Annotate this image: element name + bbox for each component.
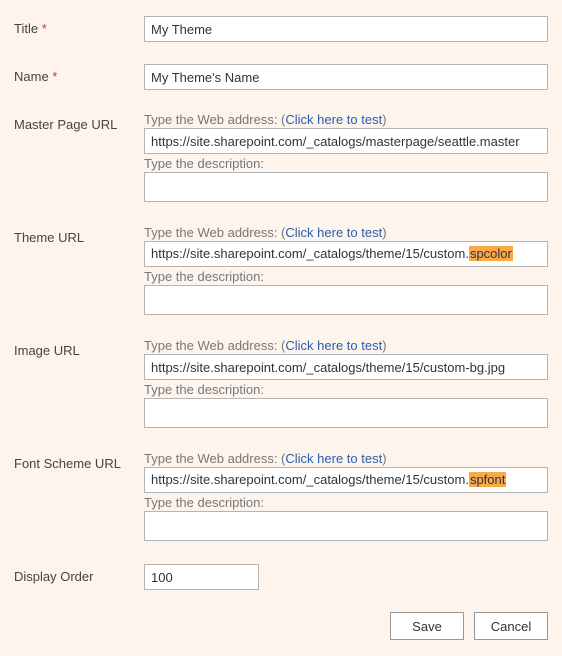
cancel-button[interactable]: Cancel (474, 612, 548, 640)
font-addr-hint: Type the Web address: (Click here to tes… (144, 451, 548, 466)
font-test-link[interactable]: Click here to test (285, 451, 382, 466)
display-order-input[interactable] (144, 564, 259, 590)
display-order-label: Display Order (14, 564, 144, 590)
master-desc-hint: Type the description: (144, 156, 548, 171)
image-test-link[interactable]: Click here to test (285, 338, 382, 353)
image-url-label: Image URL (14, 338, 144, 431)
name-label: Name * (14, 64, 144, 90)
title-input[interactable] (144, 16, 548, 42)
save-button[interactable]: Save (390, 612, 464, 640)
master-url-input[interactable] (144, 128, 548, 154)
theme-desc-hint: Type the description: (144, 269, 548, 284)
theme-url-label: Theme URL (14, 225, 144, 318)
image-desc-hint: Type the description: (144, 382, 548, 397)
font-scheme-url-label: Font Scheme URL (14, 451, 144, 544)
image-url-input[interactable] (144, 354, 548, 380)
required-marker: * (52, 69, 57, 84)
font-url-input[interactable] (144, 467, 548, 493)
title-label: Title * (14, 16, 144, 42)
master-desc-input[interactable] (144, 172, 548, 202)
font-desc-input[interactable] (144, 511, 548, 541)
master-test-link[interactable]: Click here to test (285, 112, 382, 127)
image-desc-input[interactable] (144, 398, 548, 428)
font-desc-hint: Type the description: (144, 495, 548, 510)
theme-addr-hint: Type the Web address: (Click here to tes… (144, 225, 548, 240)
name-input[interactable] (144, 64, 548, 90)
image-addr-hint: Type the Web address: (Click here to tes… (144, 338, 548, 353)
required-marker: * (42, 21, 47, 36)
theme-url-input[interactable] (144, 241, 548, 267)
master-addr-hint: Type the Web address: (Click here to tes… (144, 112, 548, 127)
master-page-url-label: Master Page URL (14, 112, 144, 205)
theme-test-link[interactable]: Click here to test (285, 225, 382, 240)
theme-desc-input[interactable] (144, 285, 548, 315)
